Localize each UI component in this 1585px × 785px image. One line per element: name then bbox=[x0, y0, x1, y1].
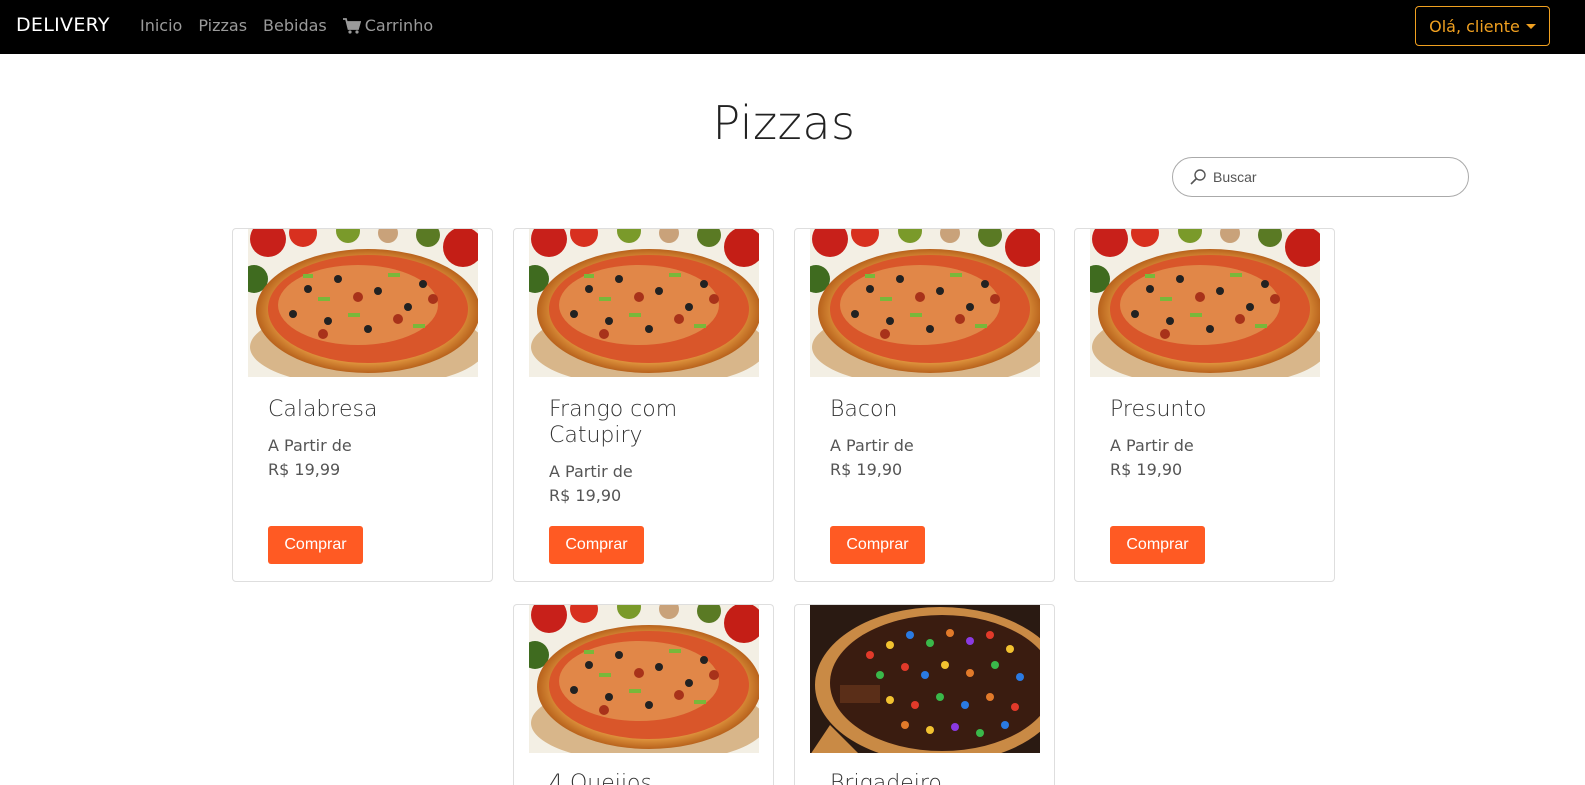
user-menu-button[interactable]: Olá, cliente bbox=[1415, 6, 1550, 46]
product-name: 4 Queijos bbox=[549, 771, 652, 785]
product-name: Calabresa bbox=[268, 397, 378, 422]
product-name: Bacon bbox=[830, 397, 898, 422]
brand-logo[interactable]: DELIVERY bbox=[16, 14, 110, 36]
nav-link-inicio[interactable]: Inicio bbox=[140, 16, 182, 35]
product-from-label: A Partir de bbox=[549, 462, 633, 481]
page-title: Pizzas bbox=[712, 96, 856, 150]
search-input[interactable] bbox=[1213, 169, 1453, 185]
buy-button[interactable]: Comprar bbox=[549, 526, 644, 564]
product-price: R$ 19,90 bbox=[830, 460, 903, 479]
product-price: R$ 19,90 bbox=[549, 486, 622, 505]
product-image bbox=[529, 229, 759, 377]
buy-button[interactable]: Comprar bbox=[830, 526, 925, 564]
product-card-bacon: Bacon A Partir de R$ 19,90 Comprar bbox=[794, 228, 1055, 582]
buy-button[interactable]: Comprar bbox=[268, 526, 363, 564]
cart-icon bbox=[342, 17, 361, 34]
product-image bbox=[1090, 229, 1320, 377]
product-from-label: A Partir de bbox=[1110, 436, 1194, 455]
product-from-label: A Partir de bbox=[830, 436, 914, 455]
product-name: Frango com Catupiry bbox=[549, 397, 678, 448]
product-card-presunto: Presunto A Partir de R$ 19,90 Comprar bbox=[1074, 228, 1335, 582]
nav-links: Inicio Pizzas Bebidas Carrinho bbox=[140, 16, 433, 35]
search-icon bbox=[1190, 169, 1206, 185]
nav-link-carrinho[interactable]: Carrinho bbox=[342, 16, 434, 35]
nav-link-pizzas[interactable]: Pizzas bbox=[198, 16, 247, 35]
product-price: R$ 19,90 bbox=[1110, 460, 1183, 479]
product-from-label: A Partir de bbox=[268, 436, 352, 455]
product-name: Brigadeiro bbox=[830, 771, 942, 785]
product-card-4-queijos: 4 Queijos bbox=[513, 604, 774, 785]
product-card-brigadeiro: Brigadeiro bbox=[794, 604, 1055, 785]
product-image bbox=[248, 229, 478, 377]
product-image bbox=[529, 605, 759, 753]
product-price: R$ 19,99 bbox=[268, 460, 341, 479]
nav-link-bebidas[interactable]: Bebidas bbox=[263, 16, 327, 35]
product-image bbox=[810, 229, 1040, 377]
buy-button[interactable]: Comprar bbox=[1110, 526, 1205, 564]
cart-label: Carrinho bbox=[364, 16, 434, 35]
search-box bbox=[1172, 157, 1469, 197]
product-image bbox=[810, 605, 1040, 753]
user-menu-label: Olá, cliente bbox=[1429, 16, 1520, 36]
navbar: DELIVERY Inicio Pizzas Bebidas Carrinho … bbox=[0, 0, 1585, 54]
product-card-calabresa: Calabresa A Partir de R$ 19,99 Comprar bbox=[232, 228, 493, 582]
product-card-frango-com-catupiry: Frango com Catupiry A Partir de R$ 19,90… bbox=[513, 228, 774, 582]
product-name: Presunto bbox=[1110, 397, 1207, 422]
caret-down-icon bbox=[1525, 23, 1536, 29]
